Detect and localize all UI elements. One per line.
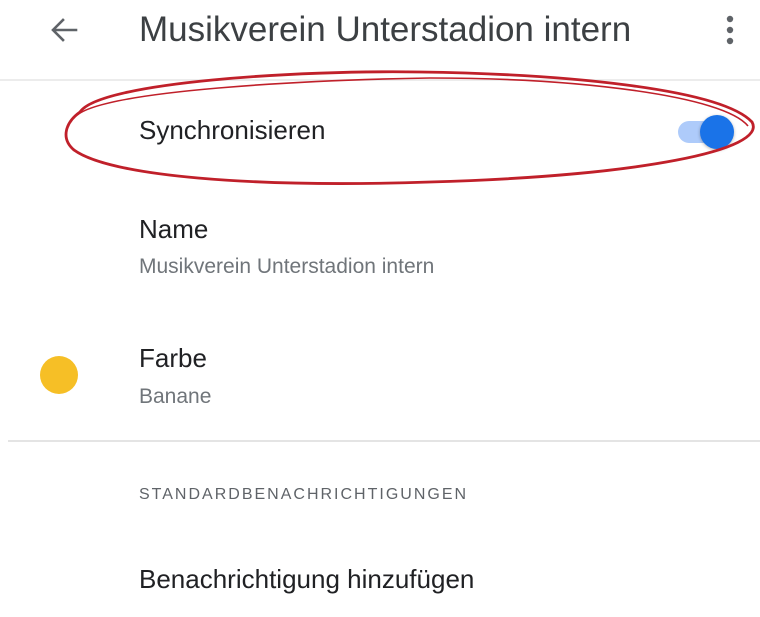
more-options-button[interactable] — [712, 10, 748, 50]
add-notification-label: Benachrichtigung hinzufügen — [139, 564, 475, 594]
back-button[interactable] — [44, 10, 84, 50]
page-title: Musikverein Unterstadion intern — [139, 10, 632, 49]
app-bar: Musikverein Unterstadion intern — [0, 0, 760, 81]
toggle-thumb — [700, 115, 734, 149]
color-swatch — [40, 356, 78, 394]
arrow-back-icon — [51, 18, 78, 42]
section-header: STANDARDBENACHRICHTIGUNGEN — [139, 486, 469, 503]
sync-setting-row[interactable]: Synchronisieren — [0, 94, 760, 176]
color-label: Farbe — [139, 343, 207, 373]
name-setting-row[interactable]: Name Musikverein Unterstadion intern — [0, 200, 760, 290]
section-divider — [8, 440, 760, 442]
name-label: Name — [139, 214, 209, 244]
sync-label: Synchronisieren — [139, 115, 326, 145]
color-value: Banane — [139, 385, 212, 408]
sync-toggle[interactable] — [676, 114, 736, 150]
color-setting-row[interactable]: Farbe Banane — [0, 330, 760, 422]
add-notification-row[interactable]: Benachrichtigung hinzufügen — [0, 548, 760, 608]
more-vert-icon — [726, 15, 734, 45]
appbar-divider — [0, 79, 760, 81]
name-value: Musikverein Unterstadion intern — [139, 255, 435, 278]
